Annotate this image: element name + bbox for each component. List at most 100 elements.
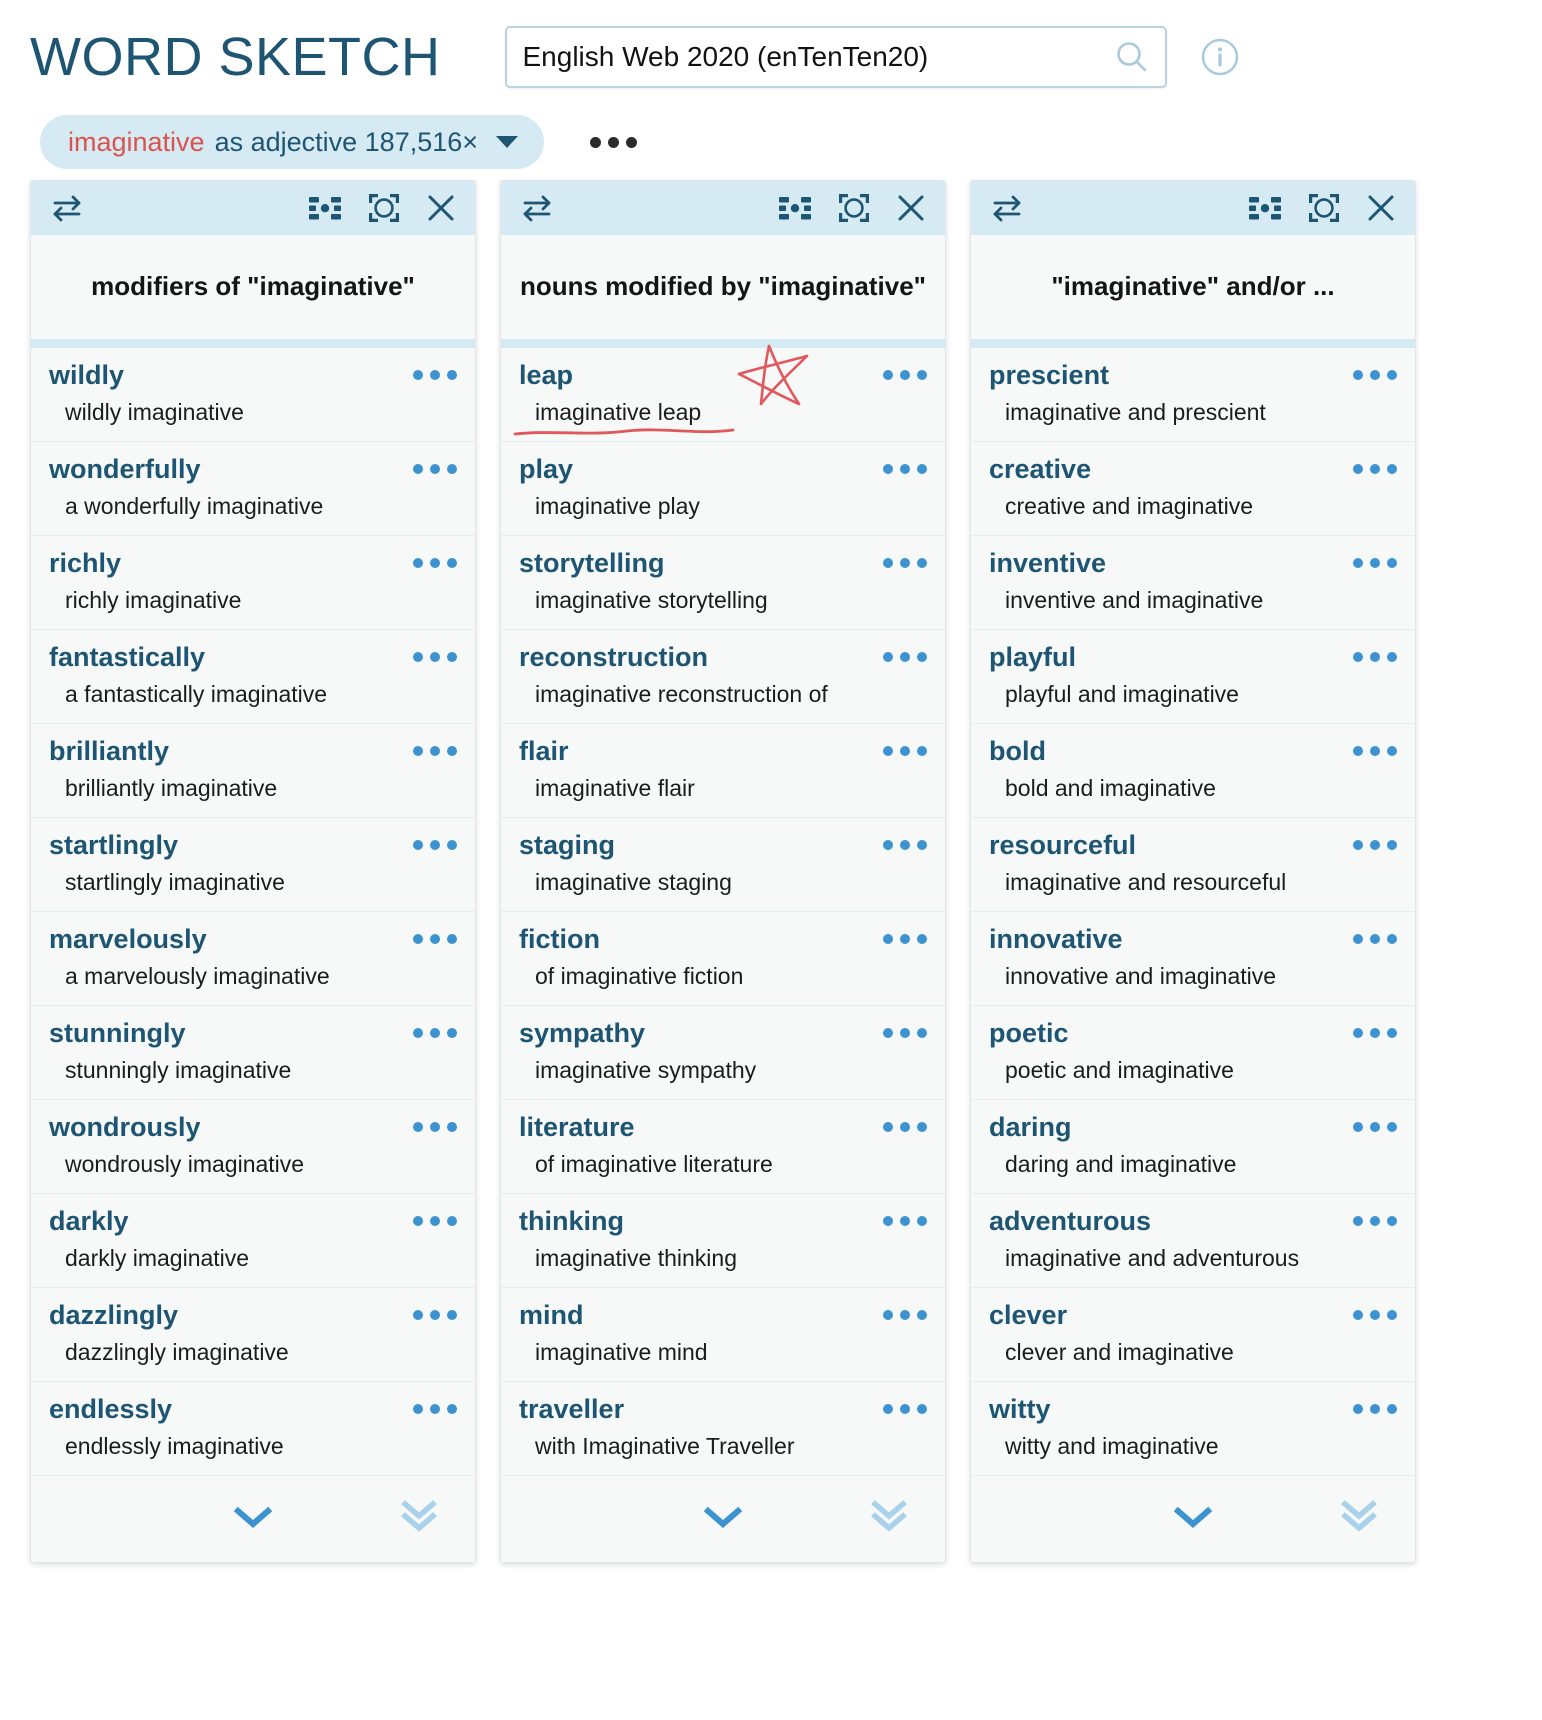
table-row[interactable]: thinking imaginative thinking [501, 1194, 945, 1288]
close-icon[interactable] [425, 192, 457, 224]
row-menu-icon[interactable] [883, 548, 927, 568]
table-row[interactable]: storytelling imaginative storytelling [501, 536, 945, 630]
collocate-word[interactable]: thinking [519, 1206, 624, 1237]
row-menu-icon[interactable] [883, 924, 927, 944]
corpus-search-box[interactable] [504, 26, 1167, 88]
collocate-word[interactable]: literature [519, 1112, 635, 1143]
table-row[interactable]: staging imaginative staging [501, 818, 945, 912]
table-row[interactable]: prescient imaginative and prescient [971, 348, 1415, 442]
row-menu-icon[interactable] [413, 924, 457, 944]
collocate-word[interactable]: traveller [519, 1394, 624, 1425]
collocate-word[interactable]: darkly [49, 1206, 129, 1237]
table-row[interactable]: startlingly startlingly imaginative [31, 818, 475, 912]
table-row[interactable]: stunningly stunningly imaginative [31, 1006, 475, 1100]
table-row[interactable]: leap imaginative leap [501, 344, 945, 442]
collocate-word[interactable]: innovative [989, 924, 1123, 955]
row-menu-icon[interactable] [413, 1300, 457, 1320]
close-icon[interactable] [1365, 192, 1397, 224]
table-row[interactable]: sympathy imaginative sympathy [501, 1006, 945, 1100]
row-menu-icon[interactable] [413, 1206, 457, 1226]
collocate-word[interactable]: daring [989, 1112, 1072, 1143]
collocate-word[interactable]: leap [519, 360, 573, 391]
row-menu-icon[interactable] [883, 1394, 927, 1414]
collocate-word[interactable]: fiction [519, 924, 600, 955]
cluster-icon[interactable] [777, 193, 813, 223]
table-row[interactable]: fiction of imaginative fiction [501, 912, 945, 1006]
focus-icon[interactable] [1307, 192, 1341, 224]
table-row[interactable]: fantastically a fantastically imaginativ… [31, 630, 475, 724]
table-row[interactable]: creative creative and imaginative [971, 442, 1415, 536]
table-row[interactable]: adventurous imaginative and adventurous [971, 1194, 1415, 1288]
collocate-word[interactable]: endlessly [49, 1394, 172, 1425]
row-menu-icon[interactable] [1353, 1394, 1397, 1414]
collocate-word[interactable]: fantastically [49, 642, 205, 673]
chevron-down-icon[interactable] [496, 136, 519, 148]
focus-icon[interactable] [367, 192, 401, 224]
row-menu-icon[interactable] [883, 1112, 927, 1132]
collocate-word[interactable]: prescient [989, 360, 1109, 391]
row-menu-icon[interactable] [413, 548, 457, 568]
query-chip[interactable]: imaginative as adjective 187,516× [40, 115, 545, 169]
collocate-word[interactable]: marvelously [49, 924, 207, 955]
row-menu-icon[interactable] [1353, 736, 1397, 756]
table-row[interactable]: playful playful and imaginative [971, 630, 1415, 724]
row-menu-icon[interactable] [1353, 924, 1397, 944]
row-menu-icon[interactable] [413, 736, 457, 756]
cluster-icon[interactable] [307, 193, 343, 223]
table-row[interactable]: bold bold and imaginative [971, 724, 1415, 818]
row-menu-icon[interactable] [1353, 1300, 1397, 1320]
table-row[interactable]: inventive inventive and imaginative [971, 536, 1415, 630]
collocate-word[interactable]: flair [519, 736, 569, 767]
row-menu-icon[interactable] [883, 1300, 927, 1320]
chevron-down-icon[interactable] [1171, 1503, 1215, 1536]
row-menu-icon[interactable] [413, 1112, 457, 1132]
collocate-word[interactable]: wonderfully [49, 454, 201, 485]
table-row[interactable]: darkly darkly imaginative [31, 1194, 475, 1288]
collocate-word[interactable]: bold [989, 736, 1046, 767]
chevron-down-icon[interactable] [231, 1503, 275, 1536]
row-menu-icon[interactable] [1353, 830, 1397, 850]
double-chevron-down-icon[interactable] [1337, 1498, 1381, 1541]
collocate-word[interactable]: play [519, 454, 573, 485]
row-menu-icon[interactable] [883, 830, 927, 850]
swap-arrows-icon[interactable] [989, 193, 1025, 223]
collocate-word[interactable]: reconstruction [519, 642, 708, 673]
row-menu-icon[interactable] [413, 830, 457, 850]
row-menu-icon[interactable] [1353, 1112, 1397, 1132]
info-icon[interactable] [1197, 34, 1243, 80]
table-row[interactable]: clever clever and imaginative [971, 1288, 1415, 1382]
table-row[interactable]: witty witty and imaginative [971, 1382, 1415, 1476]
collocate-word[interactable]: witty [989, 1394, 1051, 1425]
row-menu-icon[interactable] [413, 1018, 457, 1038]
collocate-word[interactable]: stunningly [49, 1018, 186, 1049]
table-row[interactable]: brilliantly brilliantly imaginative [31, 724, 475, 818]
double-chevron-down-icon[interactable] [867, 1498, 911, 1541]
row-menu-icon[interactable] [883, 360, 927, 380]
row-menu-icon[interactable] [1353, 1206, 1397, 1226]
table-row[interactable]: wonderfully a wonderfully imaginative [31, 442, 475, 536]
row-menu-icon[interactable] [413, 454, 457, 474]
table-row[interactable]: mind imaginative mind [501, 1288, 945, 1382]
table-row[interactable]: reconstruction imaginative reconstructio… [501, 630, 945, 724]
row-menu-icon[interactable] [1353, 642, 1397, 662]
table-row[interactable]: innovative innovative and imaginative [971, 912, 1415, 1006]
collocate-word[interactable]: richly [49, 548, 121, 579]
collocate-word[interactable]: staging [519, 830, 615, 861]
collocate-word[interactable]: poetic [989, 1018, 1069, 1049]
swap-arrows-icon[interactable] [519, 193, 555, 223]
collocate-word[interactable]: adventurous [989, 1206, 1151, 1237]
collocate-word[interactable]: brilliantly [49, 736, 169, 767]
row-menu-icon[interactable] [1353, 454, 1397, 474]
row-menu-icon[interactable] [413, 360, 457, 380]
collocate-word[interactable]: creative [989, 454, 1091, 485]
table-row[interactable]: dazzlingly dazzlingly imaginative [31, 1288, 475, 1382]
row-menu-icon[interactable] [413, 642, 457, 662]
table-row[interactable]: literature of imaginative literature [501, 1100, 945, 1194]
table-row[interactable]: daring daring and imaginative [971, 1100, 1415, 1194]
collocate-word[interactable]: sympathy [519, 1018, 645, 1049]
row-menu-icon[interactable] [413, 1394, 457, 1414]
table-row[interactable]: richly richly imaginative [31, 536, 475, 630]
row-menu-icon[interactable] [883, 1206, 927, 1226]
search-input[interactable] [506, 28, 1099, 86]
focus-icon[interactable] [837, 192, 871, 224]
